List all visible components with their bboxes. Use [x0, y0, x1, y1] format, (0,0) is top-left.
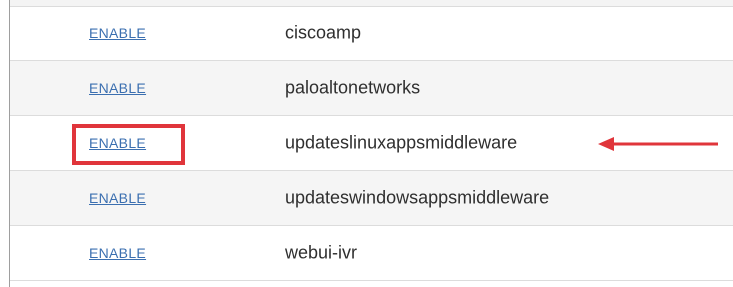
middleware-list-panel: ENABLE ciscoamp ENABLE paloaltonetworks …: [9, 0, 733, 287]
middleware-name: paloaltonetworks: [285, 77, 421, 98]
red-arrow-annotation-icon: [598, 137, 718, 151]
middleware-name: ciscoamp: [285, 22, 362, 43]
middleware-name: webui-ivr: [285, 242, 358, 263]
enable-link-paloaltonetworks[interactable]: ENABLE: [89, 80, 146, 96]
table-row: ENABLE webui-ivr: [10, 226, 733, 281]
table-row: ENABLE updateswindowsappsmiddleware: [10, 171, 733, 226]
table-row: ENABLE ciscoamp: [10, 6, 733, 61]
highlight-box-annotation: [72, 124, 185, 165]
middleware-name: updateswindowsappsmiddleware: [285, 187, 550, 208]
table-row: ENABLE paloaltonetworks: [10, 61, 733, 116]
middleware-name: updateslinuxappsmiddleware: [285, 132, 518, 153]
enable-link-updateswindowsappsmiddleware[interactable]: ENABLE: [89, 190, 146, 206]
enable-link-webui-ivr[interactable]: ENABLE: [89, 245, 146, 261]
enable-link-ciscoamp[interactable]: ENABLE: [89, 25, 146, 41]
